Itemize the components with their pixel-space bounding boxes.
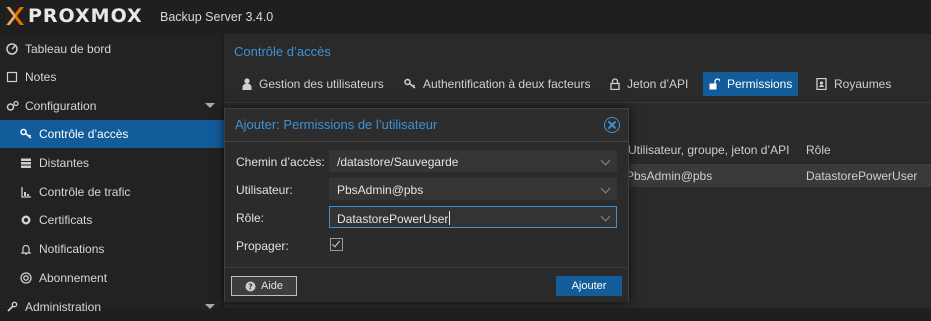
help-icon: ?: [245, 281, 256, 292]
column-header-user[interactable]: Utilisateur, groupe, jeton d’API: [628, 143, 789, 157]
sidebar-item-label: Contrôle d’accès: [39, 127, 129, 141]
key-icon: [404, 78, 416, 90]
cell-user: PbsAdmin@pbs: [626, 169, 713, 183]
sidebar-item-administration[interactable]: Administration: [0, 293, 227, 321]
sidebar: Tableau de bord Notes Configuration Cont…: [0, 34, 241, 314]
address-book-icon: [816, 78, 827, 90]
support-icon: [19, 271, 33, 285]
product-version: Backup Server 3.4.0: [160, 10, 274, 24]
help-button[interactable]: ? Aide: [231, 276, 297, 296]
sidebar-item-label: Tableau de bord: [25, 42, 112, 56]
gears-icon: [5, 99, 19, 113]
top-bar: PROXMOX Backup Server 3.4.0: [0, 0, 931, 34]
text-cursor: [449, 211, 451, 225]
server-icon: [19, 156, 33, 170]
add-permission-dialog: Ajouter: Permissions de l’utilisateur Ch…: [224, 108, 629, 302]
user-icon: [242, 78, 252, 90]
cell-role: DatastorePowerUser: [806, 169, 918, 183]
sidebar-item-dashboard[interactable]: Tableau de bord: [0, 35, 227, 63]
certificate-icon: [19, 213, 33, 227]
user-label: Utilisateur:: [236, 183, 293, 197]
dashboard-icon: [5, 42, 19, 56]
notes-icon: [5, 70, 19, 84]
chevron-down-icon[interactable]: [600, 155, 611, 166]
sidebar-item-label: Administration: [25, 300, 102, 314]
sidebar-item-label: Abonnement: [39, 271, 108, 285]
tab-two-factor[interactable]: Authentification à deux facteurs: [398, 72, 596, 96]
tab-permissions[interactable]: Permissions: [703, 72, 799, 96]
brand-name: PROXMOX: [28, 5, 143, 27]
chevron-down-icon[interactable]: [600, 183, 611, 194]
sidebar-item-label: Contrôle de trafic: [39, 185, 131, 199]
dialog-title: Ajouter: Permissions de l’utilisateur: [235, 117, 438, 132]
propagate-checkbox[interactable]: [330, 238, 343, 251]
unlock-icon: [709, 78, 720, 90]
bell-icon: [19, 242, 33, 256]
key-icon: [19, 127, 33, 141]
tab-bar: Gestion des utilisateurs Authentificatio…: [224, 64, 931, 103]
chevron-down-icon[interactable]: [205, 304, 215, 309]
sidebar-item-label: Distantes: [39, 156, 90, 170]
sidebar-item-notifications[interactable]: Notifications: [0, 235, 241, 263]
dialog-header: Ajouter: Permissions de l’utilisateur: [225, 109, 628, 142]
role-value: DatastorePowerUser: [337, 212, 449, 226]
role-label: Rôle:: [236, 211, 265, 225]
path-value: /datastore/Sauvegarde: [337, 155, 459, 169]
tab-realms[interactable]: Royaumes: [810, 72, 897, 96]
bar-chart-icon: [19, 185, 33, 199]
svg-text:?: ?: [248, 282, 253, 291]
column-header-role[interactable]: Rôle: [806, 143, 831, 157]
sidebar-item-label: Configuration: [25, 99, 97, 113]
sidebar-item-label: Certificats: [39, 213, 93, 227]
lock-icon: [610, 78, 620, 90]
proxmox-logo[interactable]: PROXMOX: [4, 5, 143, 27]
user-value: PbsAdmin@pbs: [337, 183, 424, 197]
tab-api-token[interactable]: Jeton d’API: [604, 72, 694, 96]
user-combobox[interactable]: PbsAdmin@pbs: [329, 178, 617, 200]
path-combobox[interactable]: /datastore/Sauvegarde: [329, 150, 617, 172]
add-button[interactable]: Ajouter: [556, 276, 622, 296]
tab-user-management[interactable]: Gestion des utilisateurs: [236, 72, 390, 96]
sidebar-item-label: Notes: [25, 70, 57, 84]
sidebar-item-label: Notifications: [39, 242, 105, 256]
proxmox-x-icon: [4, 5, 26, 27]
page-title: Contrôle d’accès: [234, 44, 331, 59]
propagate-label: Propager:: [236, 239, 289, 253]
wrench-icon: [5, 300, 19, 314]
sidebar-item-traffic-control[interactable]: Contrôle de trafic: [0, 178, 241, 206]
sidebar-item-certificates[interactable]: Certificats: [0, 206, 241, 234]
close-icon[interactable]: [604, 117, 620, 133]
sidebar-item-subscription[interactable]: Abonnement: [0, 264, 241, 292]
role-combobox[interactable]: DatastorePowerUser: [329, 206, 617, 228]
dialog-footer: ? Aide Ajouter: [225, 267, 628, 302]
chevron-down-icon[interactable]: [600, 211, 611, 222]
sidebar-item-access-control[interactable]: Contrôle d’accès: [0, 120, 241, 148]
sidebar-item-remotes[interactable]: Distantes: [0, 149, 241, 177]
chevron-down-icon[interactable]: [205, 103, 215, 108]
sidebar-item-notes[interactable]: Notes: [0, 63, 227, 91]
path-label: Chemin d’accès:: [236, 155, 325, 169]
role-value-wrapper: DatastorePowerUser: [337, 211, 451, 226]
sidebar-item-configuration[interactable]: Configuration: [0, 92, 227, 120]
